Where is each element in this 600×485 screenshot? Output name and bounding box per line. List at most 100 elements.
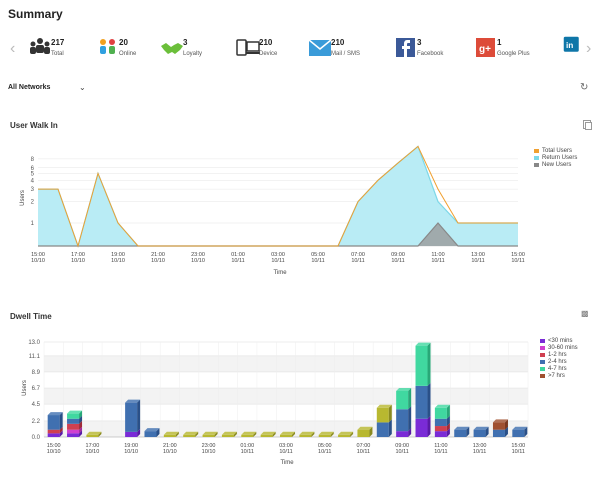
dwell-x-tick-date: 10/10 [163,449,177,455]
dwell-bar-side [427,382,431,419]
dwell-x-tick-date: 10/11 [241,449,254,455]
stat-value: 20 [119,38,128,47]
dwell-bar-segment [202,434,215,437]
walkin-x-tick-date: 10/11 [391,258,404,264]
stat-value: 217 [51,38,65,47]
page-title: Summary [8,7,63,21]
dwell-x-tick-date: 10/11 [434,449,447,455]
dwell-bar-segment [67,418,80,424]
walkin-x-tick-date: 10/11 [351,258,364,264]
legend-total-users[interactable]: Total Users [534,147,577,154]
carousel-prev-button[interactable]: ‹ [10,40,15,58]
legend-1-2[interactable]: 1-2 hrs [540,351,578,358]
dwell-bar-segment [454,429,467,437]
dwell-bar-segment [396,390,409,410]
dwell-x-tick-date: 10/11 [473,449,486,455]
stat-value: 210 [259,38,273,47]
linkedin-icon: in [563,36,579,52]
dwell-x-tick-date: 10/11 [357,449,370,455]
dwell-bar-segment [47,415,60,430]
stat-value: 3 [183,38,188,47]
google-plus-icon: g+ [476,38,495,57]
walkin-x-tick-date: 10/11 [511,258,524,264]
stat-label: Facebook [417,51,444,57]
dwell-bar-segment [260,434,273,437]
dwell-x-tick-date: 10/10 [86,449,100,455]
handshake-icon [161,43,183,54]
dwell-bar-segment [434,418,447,427]
dwell-bar-segment [512,429,525,437]
stat-label: Online [119,51,137,57]
dwell-bar-segment [299,434,312,437]
dwell-bar-segment [279,434,293,437]
walkin-x-tick-date: 10/10 [31,258,45,264]
dwell-bar-segment [67,423,80,430]
dwell-bar-side [137,399,141,432]
dwell-bar-segment [125,431,138,437]
legend-new-users[interactable]: New Users [534,161,577,168]
legend-30-60[interactable]: 30-60 mins [540,344,578,351]
dwell-bar-segment [86,434,99,437]
dwell-y-tick-label: 11.1 [29,354,41,360]
dwell-title: Dwell Time [10,312,52,321]
stat-label: Device [259,51,278,57]
bar-chart-icon[interactable]: ▩ [581,309,589,318]
legend-2-4[interactable]: 2-4 hrs [540,358,578,365]
walkin-x-axis-label: Time [273,270,287,276]
dwell-bar-segment [47,429,60,434]
dwell-grid-band [44,388,528,405]
dwell-y-tick-label: 2.2 [32,419,41,425]
legend-lt30[interactable]: <30 mins [540,337,578,344]
copy-icon[interactable] [583,120,592,130]
walkin-x-tick-date: 10/11 [471,258,484,264]
legend-gt7[interactable]: >7 hrs [540,372,578,379]
dwell-chart: 0.02.24.56.78.911.113.0 15:0010/1017:001… [22,340,529,466]
dwell-bar-side [408,406,412,432]
dwell-bar-segment [221,434,234,437]
walkin-y-tick-label: 8 [31,157,35,163]
dwell-bar-segment [415,385,428,419]
dwell-bar-segment [376,407,389,423]
walkin-chart: 1234568 15:0010/1017:0010/1019:0010/1021… [20,145,525,276]
network-dropdown[interactable]: All Networks [8,84,50,91]
dwell-bar-segment [67,413,80,419]
walkin-legend: Total Users Return Users New Users [534,147,577,168]
dwell-bar-segment [183,434,196,437]
svg-text:g+: g+ [479,44,491,55]
legend-return-users[interactable]: Return Users [534,154,577,161]
stat-label: Total [51,51,64,57]
dwell-bar-segment [396,409,409,432]
chevron-down-icon[interactable]: ⌄ [79,83,86,92]
stat-value: 210 [331,38,345,47]
dwell-bar-segment [473,429,486,437]
dwell-y-tick-label: 8.9 [32,370,41,376]
dwell-bar-segment [125,402,138,432]
walkin-y-tick-label: 3 [31,187,35,193]
dwell-bar-segment [376,422,389,437]
walkin-y-tick-label: 1 [31,221,35,227]
walkin-x-tick-date: 10/11 [311,258,324,264]
carousel-next-button[interactable]: › [586,40,591,58]
dwell-y-tick-label: 0.0 [32,435,41,441]
devices-icon [236,39,260,56]
dwell-x-tick-date: 10/10 [124,449,138,455]
envelope-icon [308,39,332,56]
dwell-bar-side [59,412,63,430]
dwell-bar-segment [434,431,447,437]
refresh-icon[interactable]: ↻ [580,82,588,93]
dwell-x-tick-date: 10/10 [47,449,61,455]
legend-4-7[interactable]: 4-7 hrs [540,365,578,372]
dwell-bar-segment [434,407,447,419]
stat-value: 1 [497,38,502,47]
dwell-bar-segment [47,433,60,437]
dwell-grid-band [44,355,528,372]
dwell-bar-side [388,419,392,437]
facebook-icon [396,38,415,57]
dwell-bar-side [408,387,412,410]
dwell-y-tick-label: 13.0 [28,340,40,346]
stat-label: Mail / SMS [331,51,361,57]
stat-label: Google Plus [497,51,530,57]
dwell-y-tick-label: 6.7 [32,386,41,392]
dwell-bar-segment [163,434,176,437]
dwell-bar-side [427,415,431,437]
